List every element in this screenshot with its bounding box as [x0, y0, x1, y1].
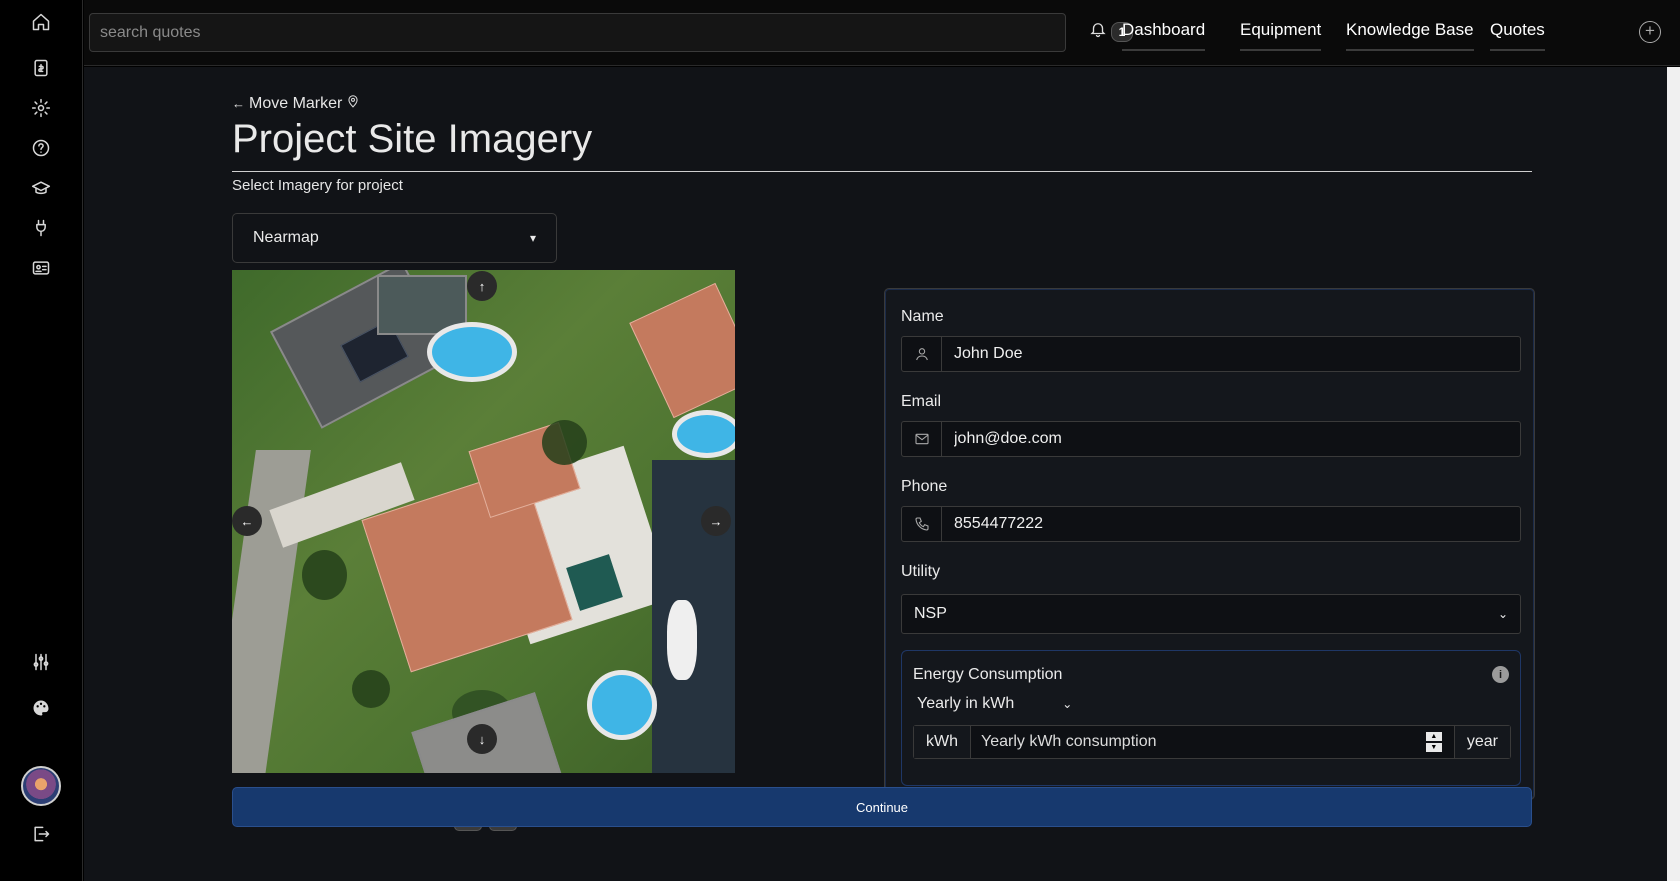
quote-document-icon[interactable]: [29, 56, 53, 80]
palette-icon[interactable]: [29, 696, 53, 720]
aerial-imagery-map[interactable]: ↑ ↓ ← →: [232, 270, 735, 773]
envelope-icon: [902, 422, 942, 456]
pan-up-button[interactable]: ↑: [467, 271, 497, 301]
pan-left-button[interactable]: ←: [232, 506, 262, 536]
utility-value: NSP: [914, 605, 947, 622]
name-input[interactable]: [942, 337, 1520, 371]
phone-label: Phone: [901, 478, 948, 495]
imagery-source-select[interactable]: Nearmap ▾: [232, 213, 557, 263]
help-icon[interactable]: [29, 136, 53, 160]
energy-period-select[interactable]: Yearly in kWh ⌄: [917, 695, 1072, 713]
page-title: Project Site Imagery: [232, 117, 593, 161]
pan-right-button[interactable]: →: [701, 506, 731, 536]
info-icon[interactable]: i: [1492, 666, 1509, 683]
map-pool-2: [672, 410, 735, 458]
customer-info-card: Name Email Phone Utility NSP ⌄: [884, 288, 1535, 800]
energy-unit-kwh: kWh: [914, 726, 971, 758]
graduation-cap-icon[interactable]: [29, 176, 53, 200]
home-icon[interactable]: [29, 10, 53, 34]
map-boat: [667, 600, 697, 680]
plug-icon[interactable]: [29, 216, 53, 240]
utility-select[interactable]: NSP ⌄: [901, 594, 1521, 634]
utility-label: Utility: [901, 563, 941, 580]
phone-icon: [902, 507, 942, 541]
map-pin-icon: [346, 94, 360, 113]
search-input[interactable]: [89, 13, 1066, 52]
scrollbar[interactable]: [1667, 67, 1680, 881]
spin-up-icon[interactable]: ▲: [1425, 732, 1442, 741]
map-tree: [352, 670, 390, 708]
nav-knowledge-base[interactable]: Knowledge Base: [1346, 20, 1474, 51]
imagery-source-value: Nearmap: [253, 229, 319, 246]
user-icon: [902, 337, 942, 371]
energy-input-group: kWh ▲ ▼ year: [913, 725, 1511, 759]
number-spinner[interactable]: ▲ ▼: [1425, 726, 1442, 758]
nav-equipment[interactable]: Equipment: [1240, 20, 1322, 51]
phone-input[interactable]: [942, 507, 1520, 541]
pan-down-button[interactable]: ↓: [467, 724, 497, 754]
logout-icon[interactable]: [29, 822, 53, 846]
name-field-group: [901, 336, 1521, 372]
move-marker-link[interactable]: ← Move Marker: [232, 94, 360, 113]
email-input[interactable]: [942, 422, 1520, 456]
nav-dashboard[interactable]: Dashboard: [1122, 20, 1206, 51]
nav-quotes[interactable]: Quotes: [1490, 20, 1545, 51]
energy-period-value: Yearly in kWh: [917, 695, 1015, 712]
email-label: Email: [901, 393, 942, 410]
avatar[interactable]: [21, 766, 61, 806]
top-bar: 1 Dashboard Equipment Knowledge Base Quo…: [84, 0, 1680, 66]
spin-down-icon[interactable]: ▼: [1425, 743, 1442, 752]
bell-icon[interactable]: [1089, 20, 1113, 44]
title-divider: [232, 171, 1532, 172]
energy-consumption-title: Energy Consumption: [913, 666, 1063, 683]
energy-unit-year: year: [1453, 726, 1510, 758]
back-arrow-icon: ←: [232, 96, 245, 111]
gear-icon[interactable]: [29, 96, 53, 120]
name-label: Name: [901, 308, 944, 325]
energy-consumption-panel: Energy Consumption i Yearly in kWh ⌄ kWh…: [901, 650, 1521, 786]
id-card-icon[interactable]: [29, 256, 53, 280]
chevron-down-icon: ⌄: [1497, 607, 1508, 621]
continue-button[interactable]: Continue: [232, 787, 1532, 827]
add-icon[interactable]: +: [1639, 21, 1661, 43]
email-field-group: [901, 421, 1521, 457]
chevron-down-icon: ⌄: [1062, 697, 1073, 711]
yearly-kwh-input[interactable]: [971, 726, 1426, 758]
map-pool-1: [427, 322, 517, 382]
map-tree: [542, 420, 587, 465]
sidebar: [0, 0, 83, 881]
map-tree: [302, 550, 347, 600]
map-pool-3: [587, 670, 657, 740]
phone-field-group: [901, 506, 1521, 542]
page-subtitle: Select Imagery for project: [232, 177, 403, 194]
main-content: ← Move Marker Project Site Imagery Selec…: [84, 67, 1680, 881]
move-marker-label: Move Marker: [249, 94, 343, 112]
chevron-down-icon: ▾: [529, 231, 536, 245]
sliders-icon[interactable]: [29, 650, 53, 674]
